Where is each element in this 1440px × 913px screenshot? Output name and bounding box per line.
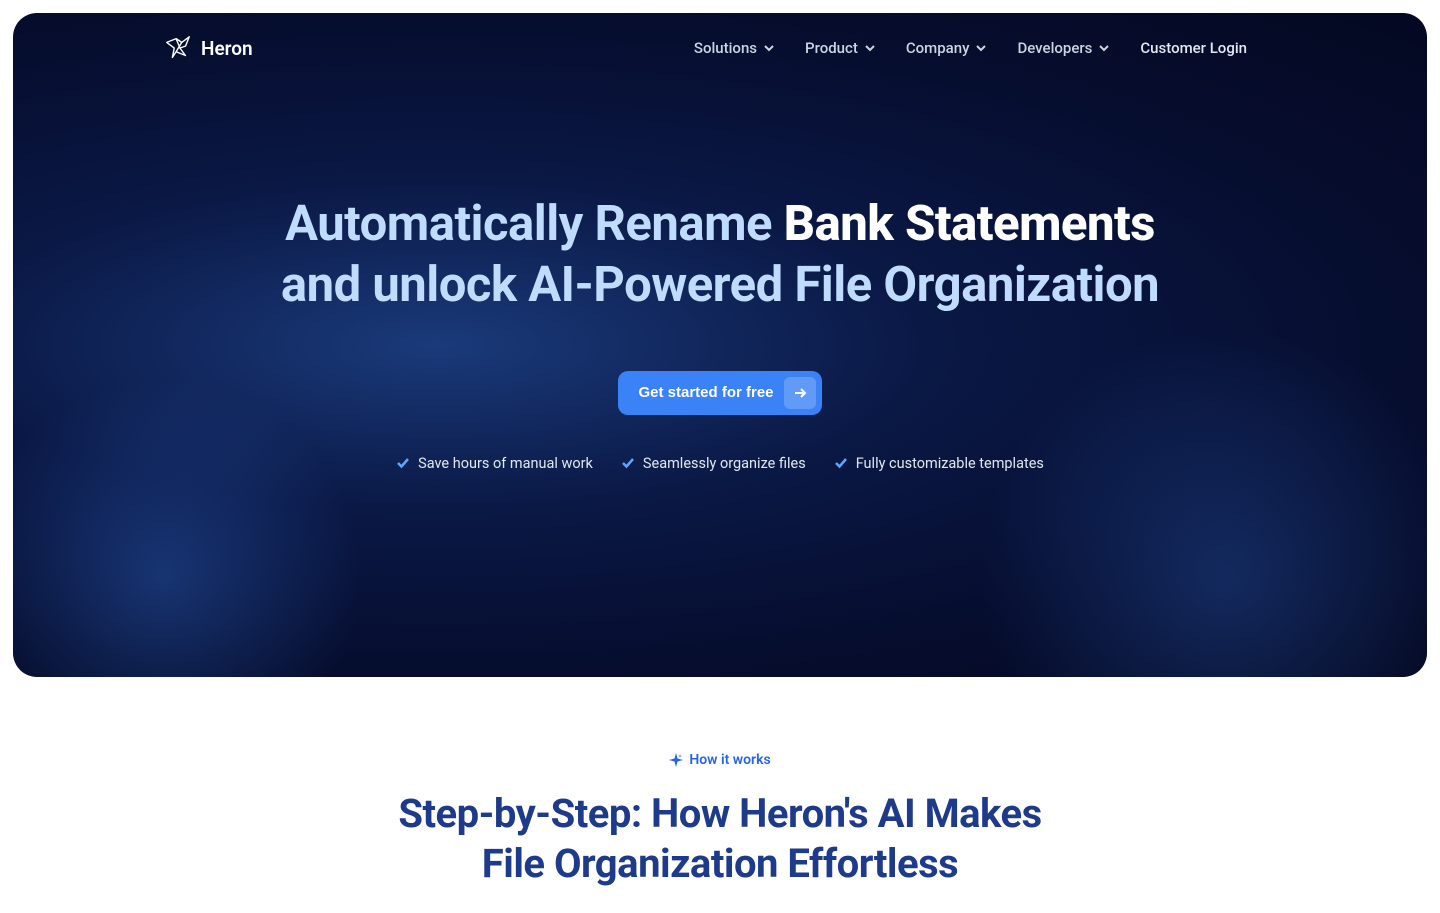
arrow-right-icon	[792, 385, 808, 401]
nav-item-solutions[interactable]: Solutions	[694, 39, 775, 57]
chevron-down-icon	[975, 42, 987, 54]
feature-item: Fully customizable templates	[834, 455, 1044, 472]
sparkle-icon	[669, 753, 683, 767]
check-icon	[396, 456, 410, 470]
nav-item-company[interactable]: Company	[906, 39, 988, 57]
login-label: Customer Login	[1140, 39, 1247, 57]
feature-item: Seamlessly organize files	[621, 455, 806, 472]
feature-item: Save hours of manual work	[396, 455, 593, 472]
nav-item-developers[interactable]: Developers	[1017, 39, 1110, 57]
chevron-down-icon	[864, 42, 876, 54]
section-title: Step-by-Step: How Heron's AI Makes File …	[370, 789, 1070, 889]
section-label: How it works	[669, 752, 770, 768]
nav-menu: Solutions Product Company Developers	[694, 39, 1247, 57]
nav-label: Company	[906, 39, 970, 57]
cta-arrow-box	[784, 377, 816, 409]
main-nav: Heron Solutions Product Company	[13, 13, 1427, 83]
chevron-down-icon	[1098, 42, 1110, 54]
nav-item-product[interactable]: Product	[805, 39, 876, 57]
nav-label: Developers	[1017, 39, 1092, 57]
nav-label: Product	[805, 39, 858, 57]
feature-text: Seamlessly organize files	[643, 455, 806, 472]
hero-content: Automatically Rename Bank Statements and…	[13, 83, 1427, 472]
check-icon	[621, 456, 635, 470]
title-part1: Automatically Rename	[285, 195, 784, 252]
customer-login-link[interactable]: Customer Login	[1140, 39, 1247, 57]
title-part2: and unlock AI-Powered File Organization	[281, 256, 1159, 313]
section-label-text: How it works	[689, 752, 770, 768]
chevron-down-icon	[763, 42, 775, 54]
feature-text: Fully customizable templates	[856, 455, 1044, 472]
title-bold: Bank Statements	[784, 195, 1155, 252]
how-it-works-section: How it works Step-by-Step: How Heron's A…	[0, 690, 1440, 889]
cta-label: Get started for free	[638, 384, 773, 401]
get-started-button[interactable]: Get started for free	[618, 371, 821, 415]
brand-name: Heron	[201, 37, 253, 60]
feature-text: Save hours of manual work	[418, 455, 593, 472]
hero-title: Automatically Rename Bank Statements and…	[260, 193, 1180, 316]
check-icon	[834, 456, 848, 470]
feature-list: Save hours of manual work Seamlessly org…	[13, 455, 1427, 472]
hero-section: Heron Solutions Product Company	[13, 13, 1427, 677]
heron-bird-icon	[163, 33, 193, 63]
brand-logo[interactable]: Heron	[163, 33, 253, 63]
nav-label: Solutions	[694, 39, 757, 57]
